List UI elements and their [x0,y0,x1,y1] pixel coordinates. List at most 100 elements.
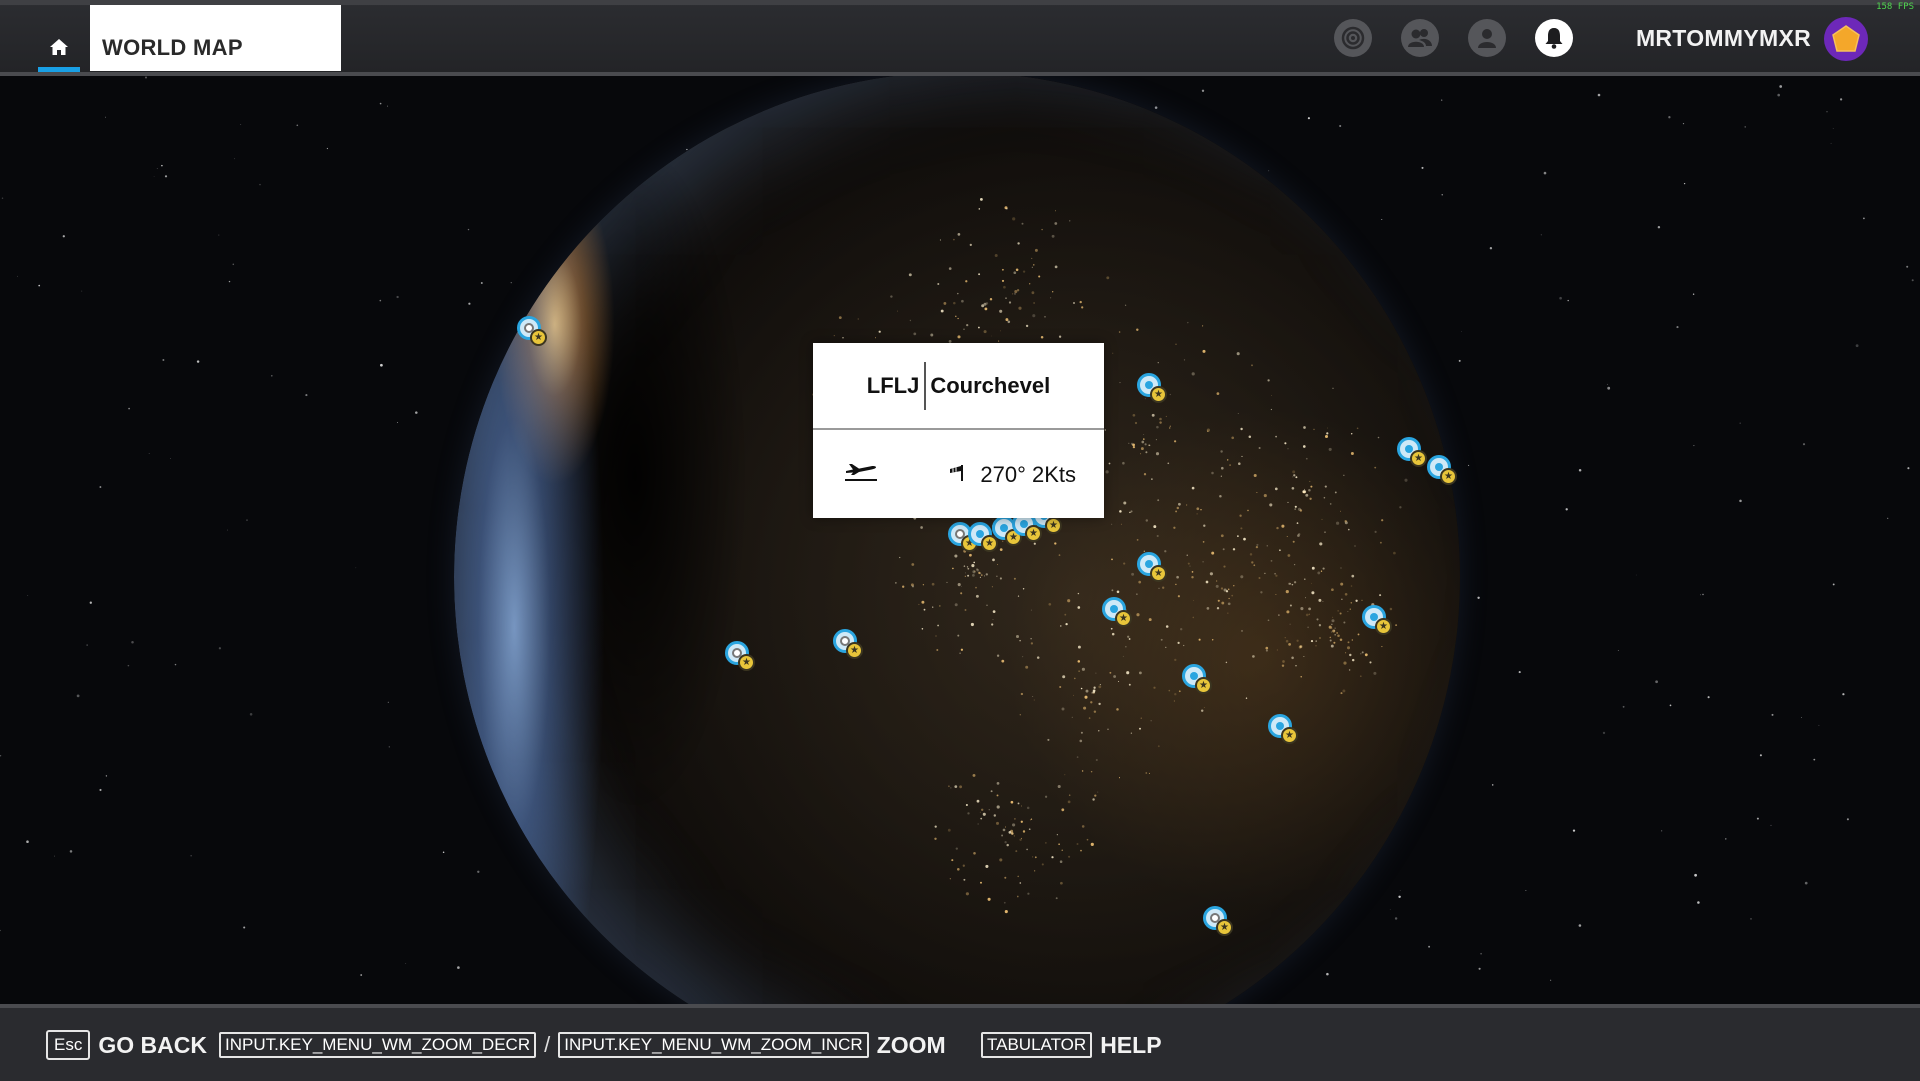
friends-icon [1408,29,1432,47]
airport-marker[interactable]: ★ [1137,373,1171,407]
airport-marker[interactable]: ★ [1182,664,1216,698]
help-label[interactable]: HELP [1100,1032,1161,1059]
star-dot [1567,299,1569,302]
zoom-label[interactable]: ZOOM [877,1032,946,1059]
star-badge-icon: ★ [1410,450,1427,467]
airport-takeoff-icon [845,464,877,481]
star-dot [105,775,108,777]
star-dot [1607,386,1611,390]
world-map-view[interactable]: ★ ★ ★ ★ ★ ★ ★ ★ ★ ★ ★ ★ ★ ★ ★ ★ ★ LFLJ C… [0,76,1920,1004]
star-dot [388,746,390,748]
star-dot [249,713,253,716]
star-dot [1692,293,1695,295]
airport-marker[interactable]: ★ [1362,605,1396,639]
activity-icon [1341,26,1365,50]
star-dot [1518,671,1521,674]
wind-info: 270° 2Kts [980,462,1076,487]
star-dot [1668,116,1671,119]
star-dot [259,183,261,186]
tab-key[interactable]: TABULATOR [981,1032,1093,1058]
star-dot [156,168,158,169]
star-dot [1694,873,1697,877]
star-badge-icon: ★ [1195,677,1212,694]
star-dot [26,840,29,843]
notifications-button[interactable] [1535,19,1573,57]
star-dot [1771,713,1774,716]
star-dot [1657,225,1661,229]
star-dot [0,929,1,932]
star-dot [1682,123,1685,125]
star-dot [1700,594,1702,596]
star-dot [1777,93,1780,97]
star-dot [190,855,192,857]
world-map-tab[interactable]: WORLD MAP [90,5,341,71]
divider [924,361,927,410]
star-dot [228,280,231,283]
star-dot [53,855,55,857]
star-dot [1830,142,1832,144]
airport-marker[interactable]: ★ [517,316,551,350]
star-dot [379,299,382,302]
zoom-decrease-key[interactable]: INPUT.KEY_MENU_WM_ZOOM_DECR [219,1032,537,1058]
star-dot [218,234,220,236]
star-dot [1578,924,1582,927]
airport-marker[interactable]: ★ [1427,455,1461,489]
star-dot [415,411,418,414]
star-dot [99,486,102,488]
airport-marker[interactable]: ★ [1203,906,1237,940]
star-dot [1744,126,1746,128]
star-dot [1478,967,1481,970]
home-active-indicator [38,67,80,72]
star-dot [0,754,2,757]
notifications-icon [1545,28,1563,49]
star-dot [1739,422,1741,424]
airport-info-popup[interactable]: LFLJ Courchevel 270° 2Kts [813,343,1104,518]
star-dot [196,360,200,363]
activity-button[interactable] [1334,19,1372,57]
star-dot [1597,93,1601,97]
star-dot [1477,596,1480,599]
star-dot [326,147,328,150]
profile-button[interactable] [1468,19,1506,57]
esc-key[interactable]: Esc [46,1030,91,1060]
airport-details: 270° 2Kts [813,430,1104,518]
star-dot [1832,128,1834,129]
star-dot [1491,784,1494,786]
star-dot [355,567,357,569]
airport-name: Courchevel [930,372,1051,398]
username[interactable]: MRTOMMYMXR [1636,25,1811,52]
zoom-hint[interactable]: INPUT.KEY_MENU_WM_ZOOM_DECR / INPUT.KEY_… [219,1030,946,1060]
star-dot [1693,445,1695,447]
star-badge-icon: ★ [1115,610,1132,627]
star-dot [1572,829,1576,832]
star-dot [1602,731,1606,735]
airport-marker[interactable]: ★ [1397,437,1431,471]
star-dot [161,164,163,167]
star-dot [246,519,248,521]
star-dot [38,284,41,287]
star-dot [296,124,299,127]
airport-header: LFLJ Courchevel [813,343,1104,430]
star-dot [174,663,177,666]
star-dot [1669,704,1672,707]
go-back-hint[interactable]: Esc GO BACK [46,1030,207,1060]
airport-marker[interactable]: ★ [1268,714,1302,748]
star-dot [1832,583,1835,586]
friends-button[interactable] [1401,19,1439,57]
help-hint[interactable]: TABULATOR HELP [981,1030,1162,1060]
star-dot [1702,593,1704,596]
zoom-increase-key[interactable]: INPUT.KEY_MENU_WM_ZOOM_INCR [558,1032,869,1058]
airport-marker[interactable]: ★ [1137,552,1171,586]
airport-marker[interactable]: ★ [1102,597,1136,631]
star-dot [1578,469,1582,472]
avatar[interactable] [1824,17,1868,61]
star-dot [234,158,236,160]
go-back-label[interactable]: GO BACK [98,1032,207,1059]
airport-icao: LFLJ [866,372,920,398]
star-dot [1606,383,1608,385]
page-title: WORLD MAP [102,35,243,60]
bottom-bar: Esc GO BACK INPUT.KEY_MENU_WM_ZOOM_DECR … [0,1004,1920,1081]
home-button[interactable] [38,28,80,72]
airport-marker[interactable]: ★ [833,629,867,663]
airport-marker[interactable]: ★ [725,641,759,675]
